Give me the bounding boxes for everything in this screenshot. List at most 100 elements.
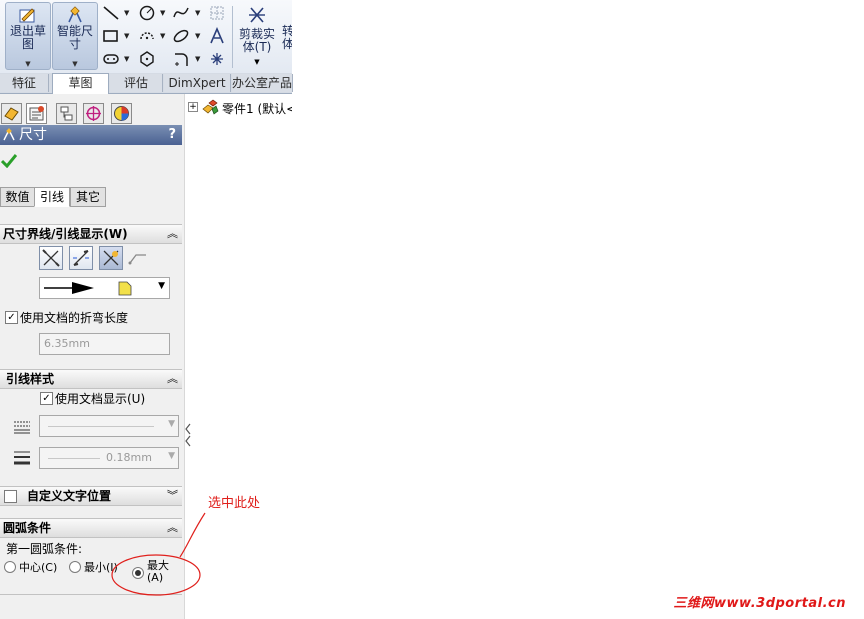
dropdown-arrow-icon[interactable]: ▼: [160, 9, 165, 17]
configuration-icon: [60, 106, 73, 121]
use-doc-display-label: 使用文档显示(U): [55, 392, 146, 406]
help-button[interactable]: ?: [168, 125, 176, 145]
expand-icon[interactable]: ︾: [167, 487, 178, 505]
use-doc-bend-checkbox[interactable]: ✓: [5, 311, 18, 324]
sketch-toolbar: 退出草图 ▼ 智能尺寸 ▼ ▼ ▼ ▼ ▼ ▼ ▼ ▼ ▼ 剪裁实体(T) ▼: [0, 0, 292, 74]
display-manager-tab[interactable]: [111, 103, 132, 124]
display-manager-icon: [114, 106, 129, 121]
checkmark-icon: [0, 154, 18, 169]
use-doc-display-checkbox[interactable]: ✓: [40, 392, 53, 405]
rectangle-tool-icon[interactable]: [102, 27, 120, 45]
arc-center-radio[interactable]: [4, 561, 16, 573]
smart-dimension-icon: [68, 6, 82, 23]
configuration-manager-tab[interactable]: [56, 103, 77, 124]
smart-arrows-button[interactable]: [99, 246, 123, 270]
panel-splitter-handle[interactable]: [184, 420, 192, 450]
witness-leader-display-group-header[interactable]: 尺寸界线/引线显示(W) ︽: [0, 224, 182, 244]
fillet-tool-icon[interactable]: [172, 50, 190, 68]
convert-label-1: 转: [282, 24, 292, 38]
dropdown-arrow-icon[interactable]: ▼: [158, 281, 165, 291]
arrows-outside-icon: [42, 249, 60, 267]
tab-dimxpert[interactable]: DimXpert: [164, 74, 231, 92]
first-arc-condition-label: 第一圆弧条件:: [6, 542, 83, 556]
arc-center-label: 中心(C): [19, 561, 58, 574]
line-style-preview: [48, 426, 154, 427]
group-title: 尺寸界线/引线显示(W): [3, 227, 128, 241]
collapse-icon[interactable]: ︽: [167, 370, 178, 388]
dropdown-arrow-icon[interactable]: ▼: [160, 32, 165, 40]
toolbar-separator: [232, 6, 233, 68]
polygon-tool-icon[interactable]: [138, 50, 156, 68]
tab-evaluate[interactable]: 评估: [110, 74, 163, 92]
arc-tool-icon[interactable]: [138, 27, 156, 45]
group-title: 引线样式: [6, 372, 55, 386]
tab-sketch[interactable]: 草图: [52, 73, 109, 95]
smart-dimension-button[interactable]: 智能尺寸 ▼: [52, 2, 98, 70]
dropdown-arrow-icon[interactable]: ▼: [168, 451, 175, 461]
text-tool-icon[interactable]: [208, 26, 226, 45]
dropdown-arrow-icon[interactable]: ▼: [124, 32, 129, 40]
leader-style-group-header[interactable]: 引线样式 ︽: [0, 369, 182, 389]
dimxpert-icon: [86, 106, 101, 121]
custom-text-position-checkbox[interactable]: [4, 490, 17, 503]
dropdown-arrow-icon[interactable]: ▼: [195, 9, 200, 17]
line-thickness-select[interactable]: 0.18mm ▼: [39, 447, 179, 469]
command-manager-tabs: 特征 草图 评估 DimXpert 办公室产品: [0, 73, 293, 95]
smart-dimension-label-2: 寸: [68, 37, 81, 51]
tab-office-products[interactable]: 办公室产品: [232, 74, 293, 92]
dropdown-arrow-icon[interactable]: ▼: [124, 55, 129, 63]
property-manager-icon: [29, 106, 44, 121]
arrows-inside-icon: [73, 250, 89, 266]
annotation-callout: [111, 512, 206, 596]
arrows-inside-button[interactable]: [69, 246, 93, 270]
feature-tree-icon: [4, 107, 19, 121]
page-title: 尺寸: [19, 127, 47, 143]
dimxpert-manager-tab[interactable]: [83, 103, 104, 124]
use-doc-bend-label: 使用文档的折弯长度: [20, 311, 129, 325]
arrows-outside-button[interactable]: [39, 246, 63, 270]
dropdown-arrow-icon[interactable]: ▼: [168, 419, 175, 429]
watermark: 三维网www.3dportal.cn: [673, 596, 846, 611]
part-icon: [201, 99, 219, 118]
arc-min-radio[interactable]: [69, 561, 81, 573]
convert-entities-button[interactable]: 转体: [282, 2, 292, 68]
bend-length-field[interactable]: 6.35mm: [39, 333, 170, 355]
slot-tool-icon[interactable]: [102, 50, 120, 68]
ellipse-tool-icon[interactable]: [172, 27, 190, 45]
bent-leader-icon[interactable]: [128, 250, 148, 269]
tree-root-item[interactable]: 零件1 (默认<: [222, 100, 292, 117]
dropdown-arrow-icon: ▼: [254, 58, 260, 66]
exit-sketch-label-2: 图: [21, 37, 34, 51]
expand-tree-icon[interactable]: +: [188, 102, 198, 112]
tab-other[interactable]: 其它: [70, 187, 106, 207]
thickness-preview: [48, 458, 100, 459]
dropdown-arrow-icon[interactable]: ▼: [195, 55, 200, 63]
collapse-icon[interactable]: ︽: [167, 225, 178, 243]
ok-button[interactable]: [0, 154, 18, 171]
property-manager-tab[interactable]: [26, 103, 47, 124]
exit-sketch-button[interactable]: 退出草图 ▼: [5, 2, 51, 70]
point-tool-icon[interactable]: [208, 50, 226, 68]
thickness-value: 0.18mm: [106, 451, 152, 464]
group-title: 圆弧条件: [3, 521, 52, 535]
arrow-style-icon: [44, 281, 132, 296]
spline-tool-icon[interactable]: [172, 4, 190, 22]
custom-text-position-group-header[interactable]: 自定义文字位置 ︾: [0, 486, 182, 506]
trim-entities-button[interactable]: 剪裁实 体(T) ▼: [236, 2, 278, 68]
trim-label-2: 体(T): [242, 40, 272, 54]
tab-features[interactable]: 特征: [0, 74, 49, 92]
dropdown-arrow-icon: ▼: [72, 60, 78, 68]
line-style-select[interactable]: ▼: [39, 415, 179, 437]
trim-label-1: 剪裁实: [238, 27, 275, 41]
grid-tool-icon[interactable]: [208, 4, 226, 22]
feature-manager-tab[interactable]: [1, 103, 22, 124]
line-style-icon: [13, 420, 31, 437]
tab-leaders[interactable]: 引线: [34, 187, 70, 207]
tab-value[interactable]: 数值: [0, 187, 35, 207]
dropdown-arrow-icon[interactable]: ▼: [124, 9, 129, 17]
line-tool-icon[interactable]: [102, 4, 120, 22]
arrow-style-select[interactable]: ▼: [39, 277, 170, 299]
circle-tool-icon[interactable]: [138, 4, 156, 22]
convert-label-2: 体: [282, 37, 292, 51]
dropdown-arrow-icon[interactable]: ▼: [195, 32, 200, 40]
